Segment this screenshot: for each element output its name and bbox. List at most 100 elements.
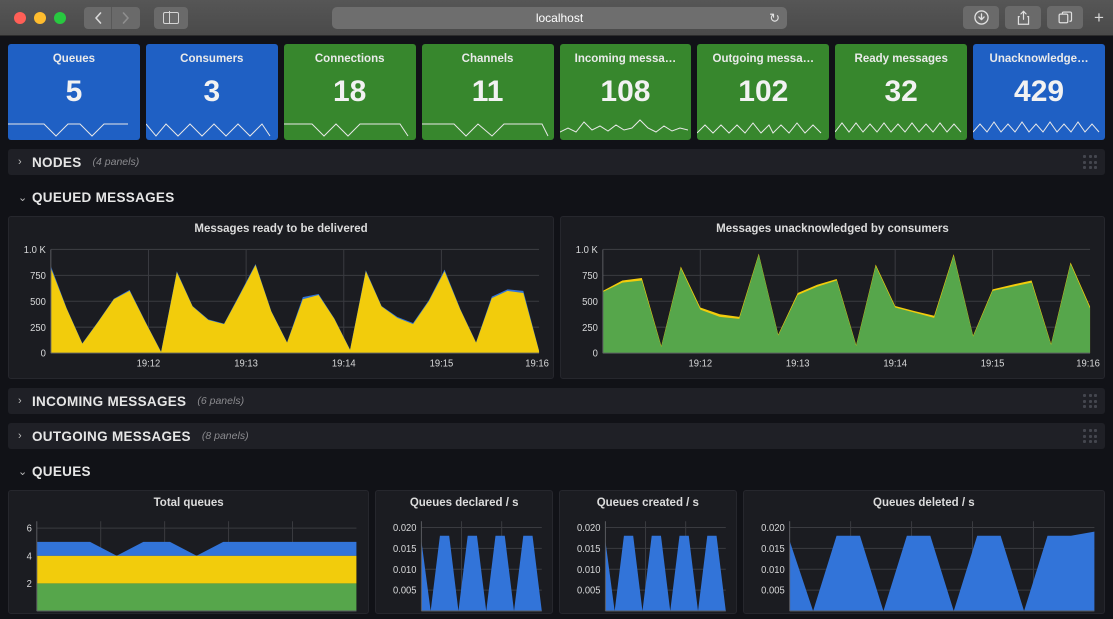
stat-title: Queues [53, 53, 95, 65]
stat-title: Ready messages [855, 53, 948, 65]
panel-queues-created[interactable]: Queues created / s 0.0050.0100.0150.020 [559, 490, 737, 614]
svg-text:0.015: 0.015 [761, 544, 785, 555]
panel-title: Queues declared / s [376, 491, 552, 511]
panel-title: Messages unacknowledged by consumers [561, 217, 1104, 237]
show-tabs-button[interactable] [1047, 6, 1083, 29]
stat-panel-incoming-messages[interactable]: Incoming messa… 108 [560, 44, 692, 140]
stat-panel-ready-messages[interactable]: Ready messages 32 [835, 44, 967, 140]
stat-panel-queues[interactable]: Queues 5 [8, 44, 140, 140]
sparkline-icon [284, 106, 412, 140]
sparkline-icon [8, 106, 136, 140]
drag-handle-icon[interactable] [1083, 155, 1097, 169]
row-header-nodes[interactable]: › NODES (4 panels) [8, 149, 1105, 175]
row-title: QUEUES [32, 464, 91, 479]
svg-text:0: 0 [593, 349, 598, 360]
panel-chart: 246 [9, 511, 368, 613]
sidebar-toggle-button[interactable] [154, 7, 188, 29]
maximize-window-button[interactable] [54, 12, 66, 24]
downloads-button[interactable] [963, 6, 999, 29]
svg-text:0.005: 0.005 [577, 586, 600, 597]
sparkline-icon [422, 106, 550, 140]
svg-text:19:12: 19:12 [137, 358, 161, 369]
svg-text:19:13: 19:13 [786, 358, 810, 369]
svg-text:19:12: 19:12 [688, 358, 712, 369]
stat-panel-connections[interactable]: Connections 18 [284, 44, 416, 140]
svg-text:1.0 K: 1.0 K [24, 245, 47, 256]
svg-text:0.005: 0.005 [761, 586, 785, 597]
chevron-down-icon: ⌄ [18, 465, 32, 478]
address-bar[interactable]: localhost ↻ [332, 7, 787, 29]
row-header-incoming-messages[interactable]: › INCOMING MESSAGES (6 panels) [8, 388, 1105, 414]
svg-text:250: 250 [582, 323, 598, 334]
panel-chart: 02505007501.0 K19:1219:1319:1419:1519:16 [561, 237, 1104, 378]
svg-text:0: 0 [41, 349, 46, 360]
panel-chart: 0.0050.0100.0150.020 [744, 511, 1104, 613]
panel-queues-declared[interactable]: Queues declared / s 0.0050.0100.0150.020 [375, 490, 553, 614]
stat-value: 32 [885, 77, 918, 107]
svg-text:0.015: 0.015 [577, 544, 600, 555]
svg-text:19:14: 19:14 [883, 358, 907, 369]
stat-title: Unacknowledge… [990, 53, 1089, 65]
panel-messages-ready[interactable]: Messages ready to be delivered 025050075… [8, 216, 554, 379]
svg-text:0.020: 0.020 [393, 523, 416, 534]
panel-total-queues[interactable]: Total queues 246 [8, 490, 369, 614]
stat-panel-unacknowledged[interactable]: Unacknowledge… 429 [973, 44, 1105, 140]
panel-chart: 0.0050.0100.0150.020 [560, 511, 736, 613]
svg-text:19:16: 19:16 [525, 358, 549, 369]
row-header-outgoing-messages[interactable]: › OUTGOING MESSAGES (8 panels) [8, 423, 1105, 449]
new-tab-button[interactable]: + [1087, 6, 1111, 29]
svg-text:0.010: 0.010 [577, 565, 600, 576]
minimize-window-button[interactable] [34, 12, 46, 24]
stat-value: 11 [472, 77, 504, 107]
reload-icon[interactable]: ↻ [769, 12, 780, 25]
stat-value: 102 [738, 77, 788, 107]
window-controls [14, 12, 66, 24]
stat-value: 5 [66, 77, 83, 107]
back-button[interactable] [84, 7, 112, 29]
share-button[interactable] [1005, 6, 1041, 29]
forward-button[interactable] [112, 7, 140, 29]
drag-handle-icon[interactable] [1083, 429, 1097, 443]
stat-title: Connections [315, 53, 385, 65]
svg-text:19:16: 19:16 [1076, 358, 1100, 369]
stat-value: 3 [203, 77, 220, 107]
stat-panel-outgoing-messages[interactable]: Outgoing messa… 102 [697, 44, 829, 140]
tabs-icon [1058, 10, 1073, 25]
chevron-right-icon [122, 12, 130, 24]
stat-value: 18 [333, 77, 366, 107]
stat-panel-channels[interactable]: Channels 11 [422, 44, 554, 140]
svg-text:250: 250 [30, 323, 46, 334]
svg-text:0.005: 0.005 [393, 586, 416, 597]
panel-queues-deleted[interactable]: Queues deleted / s 0.0050.0100.0150.020 [743, 490, 1105, 614]
svg-text:19:13: 19:13 [234, 358, 258, 369]
svg-text:500: 500 [582, 297, 598, 308]
svg-text:0.015: 0.015 [393, 544, 416, 555]
stat-value: 108 [600, 77, 650, 107]
close-window-button[interactable] [14, 12, 26, 24]
panel-title: Queues created / s [560, 491, 736, 511]
svg-text:750: 750 [30, 271, 46, 282]
stat-panel-consumers[interactable]: Consumers 3 [146, 44, 278, 140]
drag-handle-icon[interactable] [1083, 394, 1097, 408]
queued-messages-panels: Messages ready to be delivered 025050075… [8, 216, 1105, 379]
stat-title: Outgoing messa… [713, 53, 815, 65]
stat-value: 429 [1014, 77, 1064, 107]
svg-text:750: 750 [582, 271, 598, 282]
row-panel-count: (4 panels) [93, 156, 140, 168]
svg-text:2: 2 [27, 579, 32, 590]
row-header-queues[interactable]: ⌄ QUEUES [8, 458, 1105, 484]
stat-title: Incoming messa… [575, 53, 677, 65]
navigation-buttons [84, 7, 140, 29]
row-header-queued-messages[interactable]: ⌄ QUEUED MESSAGES [8, 184, 1105, 210]
sparkline-icon [146, 106, 274, 140]
sparkline-icon [973, 106, 1101, 140]
sparkline-icon [697, 106, 825, 140]
browser-toolbar: localhost ↻ + [0, 0, 1113, 36]
row-title: QUEUED MESSAGES [32, 190, 175, 205]
svg-text:500: 500 [30, 297, 46, 308]
chevron-right-icon: › [18, 395, 32, 407]
panel-messages-unacknowledged[interactable]: Messages unacknowledged by consumers 0 25… [560, 216, 1105, 379]
svg-text:0.020: 0.020 [761, 523, 785, 534]
row-title: NODES [32, 155, 82, 170]
row-panel-count: (8 panels) [202, 430, 249, 442]
